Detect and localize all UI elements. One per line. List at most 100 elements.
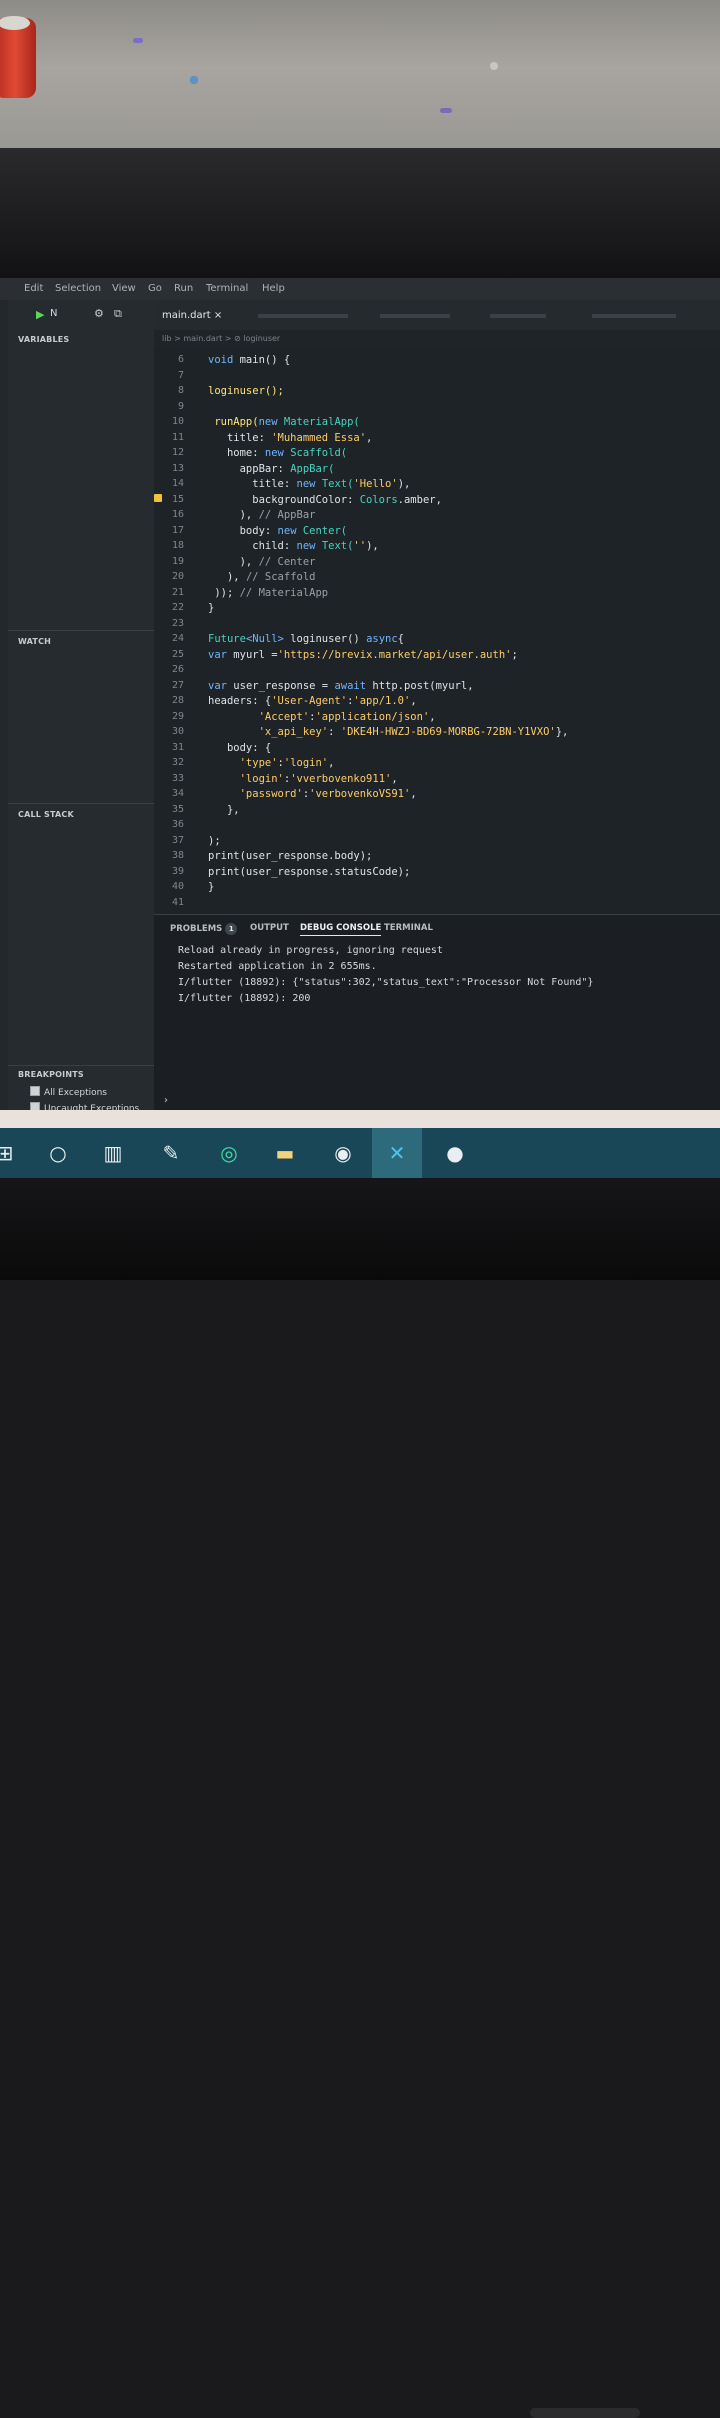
code-line[interactable]: 'x_api_key': 'DKE4H-HWZJ-BD69-MORBG-72BN… xyxy=(208,726,569,738)
debug-toolbar: ▶ N ⚙ ⧉ xyxy=(8,300,154,330)
line-number: 38 xyxy=(171,850,184,861)
code-line[interactable]: child: new Text(''), xyxy=(208,540,378,552)
tab-main-dart[interactable]: main.dart × xyxy=(162,310,222,321)
line-number: 13 xyxy=(171,462,184,474)
code-line[interactable]: ); xyxy=(208,835,221,847)
code-editor[interactable]: 6 void main() {7 8 loginuser(); 9 10 runApp(n… xyxy=(154,348,720,913)
search-icon[interactable]: ○ xyxy=(43,1138,73,1168)
menu-selection[interactable]: Selection xyxy=(55,283,101,294)
line-number: 19 xyxy=(171,555,184,567)
breakpoint-marker-icon[interactable] xyxy=(154,494,162,502)
code-token: // MaterialApp xyxy=(239,586,329,599)
tab-label: main.dart xyxy=(162,310,211,321)
code-line[interactable]: backgroundColor: Colors.amber, xyxy=(208,494,442,506)
code-line[interactable]: print(user_response.statusCode); xyxy=(208,866,410,878)
code-line[interactable]: var user_response = await http.post(myur… xyxy=(208,680,474,692)
task-view-icon[interactable]: ▥ xyxy=(98,1138,128,1168)
menu-terminal[interactable]: Terminal xyxy=(206,283,248,294)
tab-problems[interactable]: PROBLEMS 1 xyxy=(170,923,238,935)
chrome-icon[interactable]: ◉ xyxy=(328,1138,358,1168)
tab-label: PROBLEMS xyxy=(170,924,223,934)
line-number: 8 xyxy=(177,385,184,396)
code-line[interactable]: runApp(new MaterialApp( xyxy=(208,416,359,428)
code-token: title: xyxy=(208,431,272,444)
code-line[interactable]: 'password':'verbovenkoVS91', xyxy=(208,788,417,800)
tab-debug-console[interactable]: DEBUG CONSOLE xyxy=(300,923,382,936)
code-token: headers: { xyxy=(208,695,272,707)
menu-run[interactable]: Run xyxy=(174,283,193,294)
code-line[interactable]: body: new Center( xyxy=(208,524,348,537)
code-token: // Center xyxy=(258,555,316,568)
tab-blurred[interactable] xyxy=(490,314,546,318)
browser-icon[interactable]: ◎ xyxy=(214,1138,244,1168)
problems-count-badge: 1 xyxy=(225,923,238,935)
code-token: myurl = xyxy=(233,648,278,661)
code-token: print(user_response.statusCode); xyxy=(208,865,411,878)
code-line[interactable]: } xyxy=(208,881,214,893)
menu-help[interactable]: Help xyxy=(262,283,285,294)
code-token: , xyxy=(410,695,417,707)
call-stack-section-title[interactable]: CALL STACK xyxy=(18,810,74,819)
code-token: appBar: xyxy=(208,462,291,475)
code-line[interactable]: appBar: AppBar( xyxy=(208,462,335,475)
code-line[interactable]: title: 'Muhammed Essa', xyxy=(208,432,372,444)
vscode-icon[interactable]: ✕ xyxy=(382,1138,412,1168)
code-token: 'https://brevix.market/api/user.auth' xyxy=(277,648,512,661)
code-line[interactable]: Future<Null> loginuser() async{ xyxy=(208,633,404,645)
menu-edit[interactable]: Edit xyxy=(24,283,43,294)
line-number: 27 xyxy=(171,679,184,691)
code-line[interactable]: ), // Scaffold xyxy=(208,571,316,583)
menu-go[interactable]: Go xyxy=(148,283,162,294)
breadcrumb[interactable]: lib > main.dart > ⊘ loginuser xyxy=(162,334,280,343)
code-line[interactable]: body: { xyxy=(208,742,271,754)
code-line[interactable]: title: new Text('Hello'), xyxy=(208,478,410,490)
line-number: 16 xyxy=(171,509,184,520)
desk-background xyxy=(0,0,720,150)
code-line[interactable]: void main() { xyxy=(208,354,290,366)
watch-section-title[interactable]: WATCH xyxy=(18,637,51,646)
checkbox-icon[interactable] xyxy=(30,1086,40,1096)
code-line[interactable]: ), // AppBar xyxy=(208,509,316,521)
app-icon[interactable]: ✎ xyxy=(156,1138,186,1168)
code-line[interactable]: ), // Center xyxy=(208,555,316,568)
code-line[interactable]: print(user_response.body); xyxy=(208,850,372,862)
code-token: 'DKE4H-HWZJ-BD69-MORBG-72BN-Y1VXO' xyxy=(340,726,556,738)
variables-section-title[interactable]: VARIABLES xyxy=(18,335,69,344)
tab-terminal[interactable]: TERMINAL xyxy=(384,923,433,933)
tab-blurred[interactable] xyxy=(380,314,450,318)
code-line[interactable]: headers: {'User-Agent':'app/1.0', xyxy=(208,695,417,707)
tab-blurred[interactable] xyxy=(258,314,348,318)
breakpoint-all-exceptions[interactable]: All Exceptions xyxy=(30,1086,107,1098)
code-line[interactable]: 'type':'login', xyxy=(208,757,335,769)
tab-blurred[interactable] xyxy=(592,314,676,318)
code-line[interactable]: home: new Scaffold( xyxy=(208,447,347,459)
close-icon[interactable]: × xyxy=(214,310,222,321)
start-debugging-icon[interactable]: ▶ xyxy=(36,308,44,321)
code-line[interactable]: loginuser(); xyxy=(208,385,284,397)
line-number: 33 xyxy=(171,772,184,784)
tab-output[interactable]: OUTPUT xyxy=(250,923,289,933)
app-icon[interactable]: ● xyxy=(440,1138,470,1168)
file-explorer-icon[interactable]: ▬ xyxy=(270,1138,300,1168)
debug-config-select[interactable]: N xyxy=(50,308,57,319)
windows-start-icon[interactable]: ⊞ xyxy=(0,1138,20,1168)
code-token: http.post(myurl, xyxy=(372,679,474,692)
code-line[interactable]: }, xyxy=(208,804,240,816)
line-number: 36 xyxy=(171,819,184,830)
breakpoints-section-title[interactable]: BREAKPOINTS xyxy=(18,1070,84,1079)
menu-view[interactable]: View xyxy=(112,283,136,294)
code-token: Center( xyxy=(302,524,348,537)
code-line[interactable]: )); // MaterialApp xyxy=(208,587,328,599)
code-line[interactable]: 'login':'vverbovenko911', xyxy=(208,773,398,785)
desk-crumb xyxy=(440,108,452,113)
code-line[interactable]: } xyxy=(208,602,214,614)
code-line[interactable]: var myurl ='https://brevix.market/api/us… xyxy=(208,649,518,661)
console-input-chevron-icon[interactable]: › xyxy=(164,1095,168,1106)
laptop-bezel-top xyxy=(0,148,720,322)
code-line[interactable]: 'Accept':'application/json', xyxy=(208,711,436,723)
code-token: } xyxy=(208,602,215,614)
gear-icon[interactable]: ⚙ xyxy=(94,307,104,320)
section-divider xyxy=(8,1065,154,1066)
debug-console-icon[interactable]: ⧉ xyxy=(114,307,122,321)
code-token: main() { xyxy=(239,354,291,366)
